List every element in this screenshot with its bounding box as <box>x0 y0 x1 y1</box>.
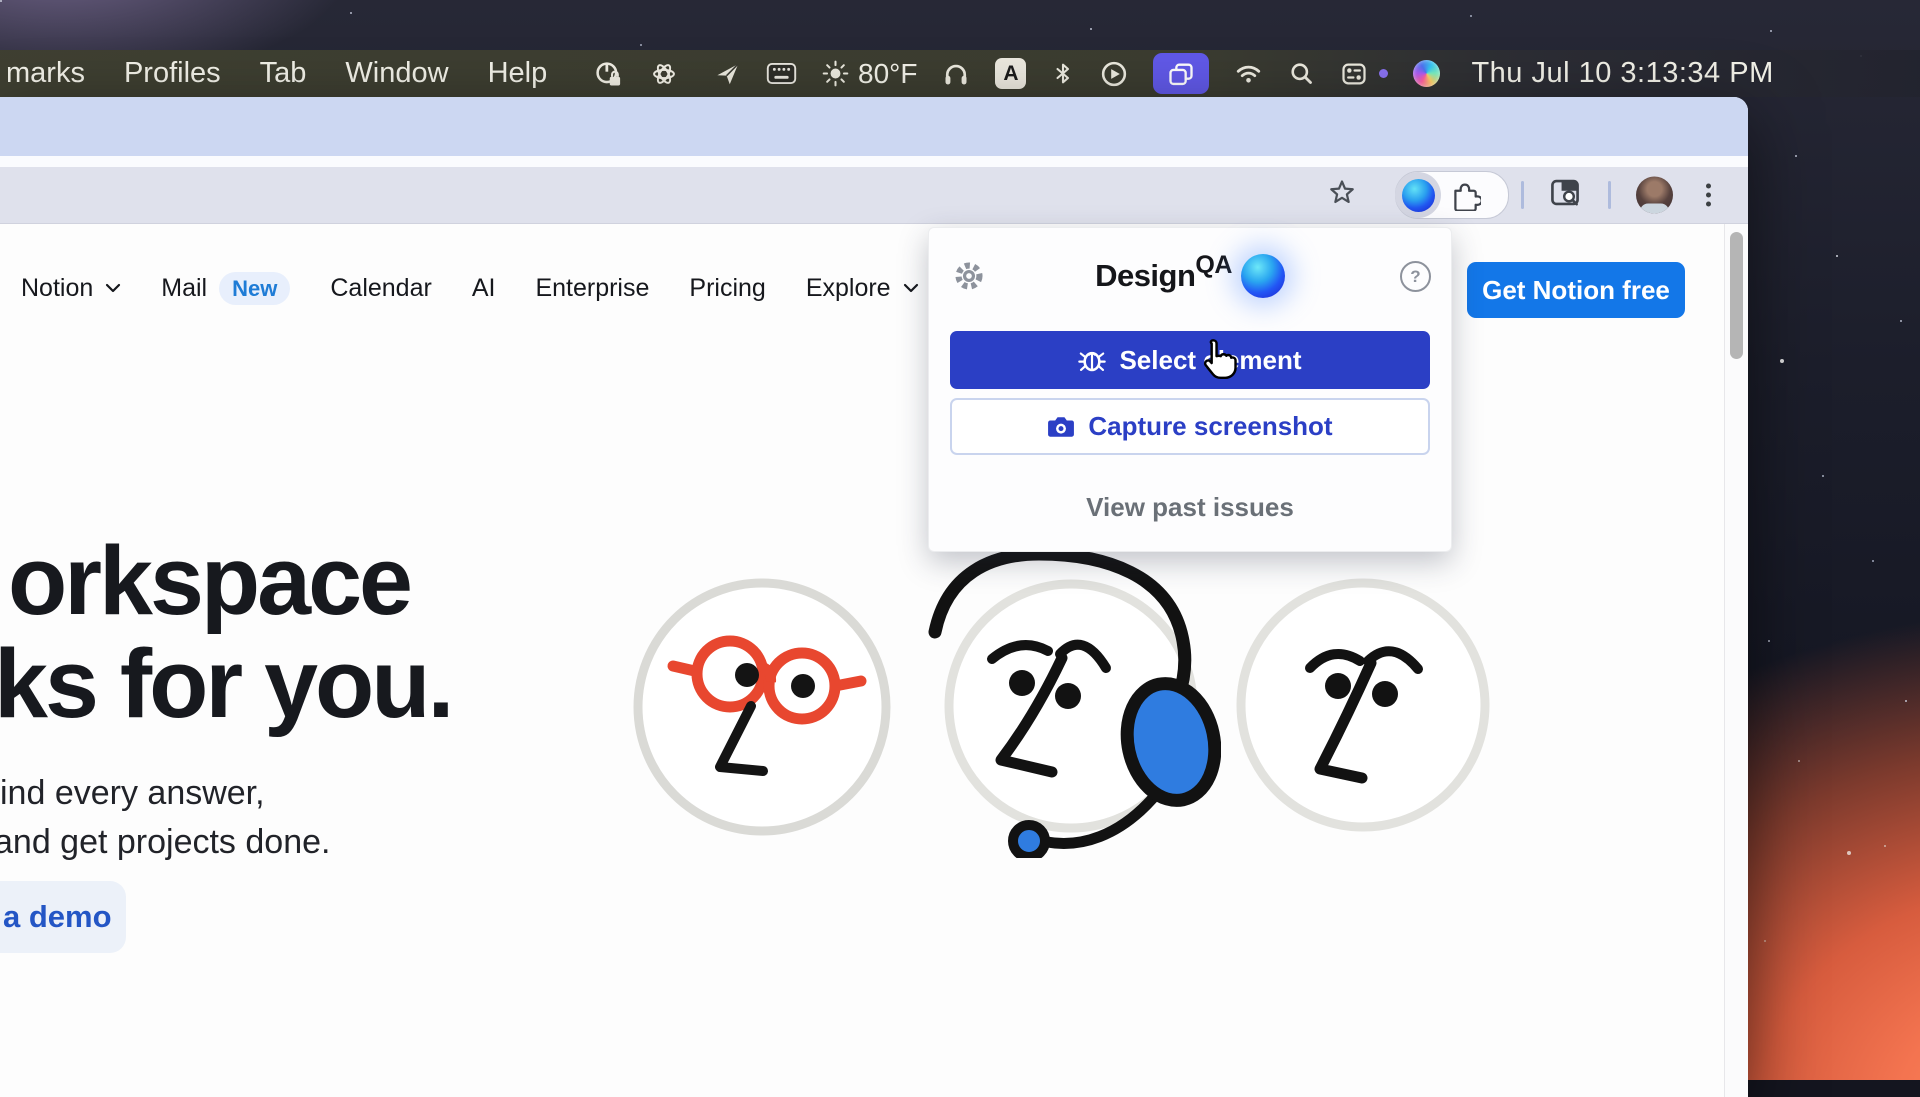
macos-menu-bar: marks Profiles Tab Window Help 80°F A <box>0 50 1920 97</box>
paper-plane-icon[interactable] <box>714 60 741 87</box>
popup-header: DesignQA ? <box>929 228 1451 324</box>
control-center-icon[interactable] <box>1340 60 1368 88</box>
request-demo-button[interactable]: a demo <box>0 881 126 953</box>
tab-search-icon[interactable] <box>1549 177 1581 214</box>
screen-lock-icon[interactable] <box>593 59 623 89</box>
browser-toolbar <box>0 167 1748 224</box>
nav-mail[interactable]: Mail New <box>161 272 290 305</box>
gear-icon[interactable] <box>953 260 985 297</box>
new-badge: New <box>219 272 290 305</box>
headphones-icon[interactable] <box>942 60 970 88</box>
face-illustration-plain <box>1232 576 1494 838</box>
browser-tab-strip <box>0 97 1748 156</box>
siri-icon[interactable] <box>1413 60 1440 87</box>
bookmark-star-icon[interactable] <box>1328 179 1356 212</box>
kebab-menu-icon[interactable] <box>1706 184 1711 207</box>
chevron-down-icon <box>903 283 919 293</box>
camera-icon <box>1047 415 1075 439</box>
help-icon[interactable]: ? <box>1400 261 1431 292</box>
menu-tab[interactable]: Tab <box>260 57 307 90</box>
extensions-puzzle-icon[interactable] <box>1449 179 1481 211</box>
openai-icon[interactable] <box>649 59 679 89</box>
browser-window: Notion Mail New Calendar AI Enterprise P… <box>0 97 1748 1097</box>
designqa-logo: DesignQA <box>1095 254 1285 298</box>
bluetooth-icon[interactable] <box>1051 60 1075 87</box>
sun-icon[interactable] <box>822 60 849 87</box>
face-illustration-glasses <box>631 576 893 838</box>
app-menus: marks Profiles Tab Window Help <box>0 57 547 90</box>
nav-notion[interactable]: Notion <box>21 274 121 303</box>
nav-calendar[interactable]: Calendar <box>330 274 431 303</box>
nav-ai[interactable]: AI <box>472 274 496 303</box>
page-content: Notion Mail New Calendar AI Enterprise P… <box>0 224 1748 1097</box>
profile-avatar[interactable] <box>1636 177 1673 214</box>
input-source-badge[interactable]: A <box>995 58 1026 89</box>
capture-screenshot-button[interactable]: Capture screenshot <box>950 398 1430 455</box>
menu-profiles[interactable]: Profiles <box>124 57 221 90</box>
face-illustration-headset <box>921 546 1221 858</box>
toolbar-separator <box>1521 181 1524 209</box>
spotlight-search-icon[interactable] <box>1288 60 1315 87</box>
menu-bar-clock[interactable]: Thu Jul 10 3:13:34 PM <box>1471 57 1773 90</box>
bug-icon <box>1078 346 1106 374</box>
get-notion-free-button[interactable]: Get Notion free <box>1467 262 1685 318</box>
nav-explore[interactable]: Explore <box>806 274 919 303</box>
nav-pricing[interactable]: Pricing <box>689 274 765 303</box>
menu-help[interactable]: Help <box>488 57 548 90</box>
hero-subheading: ind every answer, and get projects done. <box>0 769 330 867</box>
toolbar-separator <box>1608 181 1611 209</box>
page-scrollbar-track <box>1724 224 1748 1097</box>
designqa-popup: DesignQA ? Select element Capture screen… <box>928 227 1452 552</box>
hero-heading: orkspace ks for you. <box>0 529 452 735</box>
designqa-logo-orb <box>1241 254 1285 298</box>
chevron-down-icon <box>105 283 121 293</box>
menu-bar-status: 80°F A Thu Jul 10 3:13:34 PM <box>714 50 1774 97</box>
extensions-pill <box>1395 171 1509 219</box>
view-past-issues-link[interactable]: View past issues <box>929 492 1451 523</box>
keyboard-icon[interactable] <box>766 60 797 87</box>
select-element-button[interactable]: Select element <box>950 331 1430 389</box>
menu-window[interactable]: Window <box>345 57 448 90</box>
recording-dot <box>1379 69 1388 78</box>
temperature-readout: 80°F <box>858 58 917 90</box>
wifi-icon[interactable] <box>1234 59 1263 88</box>
wallpaper-stars <box>0 0 2 2</box>
site-nav: Notion Mail New Calendar AI Enterprise P… <box>21 260 919 316</box>
page-scrollbar-thumb[interactable] <box>1730 232 1743 359</box>
play-circle-icon[interactable] <box>1100 60 1128 88</box>
nav-enterprise[interactable]: Enterprise <box>535 274 649 303</box>
designqa-extension-orb[interactable] <box>1402 179 1435 212</box>
menu-bookmarks[interactable]: marks <box>6 57 85 90</box>
screen-mirror-icon[interactable] <box>1153 53 1209 94</box>
